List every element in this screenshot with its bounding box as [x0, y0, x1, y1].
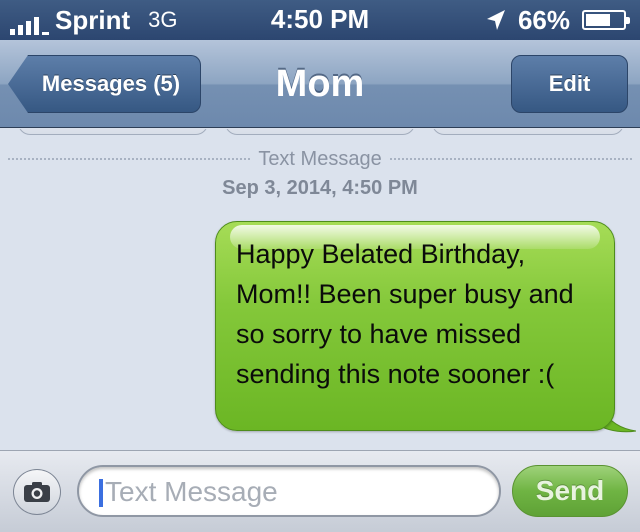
message-text: Happy Belated Birthday, Mom!! Been super…	[236, 239, 574, 389]
text-cursor	[99, 479, 103, 507]
contact-action-button[interactable]	[18, 129, 208, 135]
message-input-field[interactable]	[77, 465, 501, 517]
camera-icon	[24, 482, 50, 502]
edit-button[interactable]: Edit	[511, 55, 628, 113]
battery-icon	[582, 10, 630, 30]
status-right: 66%	[486, 5, 630, 35]
message-input[interactable]	[105, 473, 485, 511]
location-arrow-icon	[486, 10, 505, 30]
contact-action-button[interactable]	[432, 129, 624, 135]
battery-percent: 66%	[517, 5, 570, 35]
status-bar: Sprint 3G 4:50 PM 66%	[0, 0, 640, 40]
battery-fill	[586, 14, 610, 26]
camera-button[interactable]	[13, 469, 61, 515]
contact-action-button[interactable]	[225, 129, 415, 135]
conversation-view[interactable]: Text Message Sep 3, 2014, 4:50 PM Happy …	[0, 129, 640, 450]
back-to-messages-button[interactable]: Messages (5)	[8, 55, 201, 113]
service-divider: Text Message	[0, 147, 640, 171]
send-button[interactable]: Send	[512, 465, 628, 517]
navigation-bar: Messages (5) Mom Edit	[0, 40, 640, 128]
outgoing-message-bubble[interactable]: Happy Belated Birthday, Mom!! Been super…	[215, 221, 615, 431]
message-composer: Send	[0, 450, 640, 532]
service-label: Text Message	[258, 147, 382, 170]
message-timestamp: Sep 3, 2014, 4:50 PM	[222, 177, 418, 199]
